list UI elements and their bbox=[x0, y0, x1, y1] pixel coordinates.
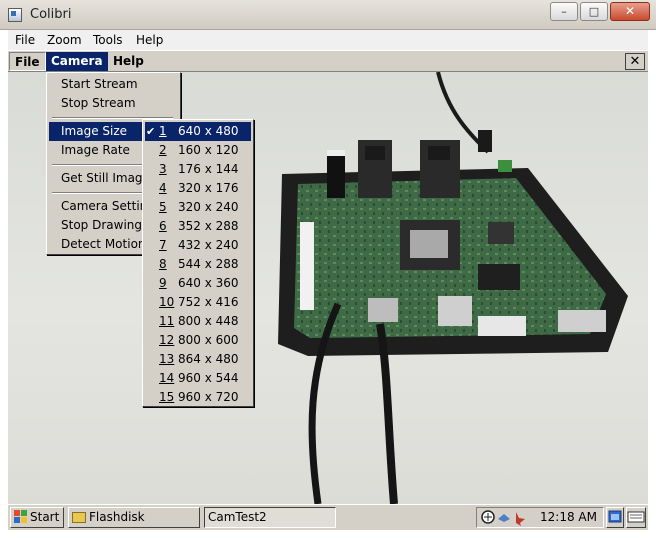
taskbar-clock: 12:18 AM bbox=[540, 510, 597, 524]
option-number: 10 bbox=[159, 295, 175, 309]
app-menu-bar: File Camera Help ✕ bbox=[8, 50, 648, 72]
taskbar-window-label: Flashdisk bbox=[89, 510, 145, 524]
image-size-submenu: ✔ 1 640 x 480 2 160 x 120 3 176 x 144 4 320 x 17… bbox=[142, 119, 254, 407]
host-menu-bar: File Zoom Tools Help bbox=[8, 30, 648, 50]
menu-file[interactable]: File bbox=[9, 52, 46, 71]
host-menu-tools[interactable]: Tools bbox=[93, 33, 123, 47]
option-number: 8 bbox=[159, 257, 167, 271]
window-title: Colibri bbox=[30, 7, 72, 22]
image-size-option[interactable]: 4 320 x 176 bbox=[145, 179, 251, 198]
connection-icon bbox=[498, 514, 510, 522]
option-size: 432 x 240 bbox=[178, 238, 239, 252]
image-size-option[interactable]: 3 176 x 144 bbox=[145, 160, 251, 179]
app-close-button[interactable]: ✕ bbox=[625, 53, 645, 70]
image-size-option[interactable]: 15 960 x 720 bbox=[145, 388, 251, 407]
taskbar-window-label: CamTest2 bbox=[208, 510, 267, 524]
show-desktop-icon bbox=[608, 510, 622, 523]
taskbar-window-flashdisk[interactable]: Flashdisk bbox=[68, 507, 200, 528]
option-size: 544 x 288 bbox=[178, 257, 239, 271]
option-number: 9 bbox=[159, 276, 167, 290]
host-menu-help[interactable]: Help bbox=[136, 33, 163, 47]
image-size-option[interactable]: 2 160 x 120 bbox=[145, 141, 251, 160]
image-size-option[interactable]: 10 752 x 416 bbox=[145, 293, 251, 312]
tray-icons bbox=[481, 510, 525, 526]
menu-item-start-stream[interactable]: Start Stream bbox=[49, 75, 138, 94]
option-number: 2 bbox=[159, 143, 167, 157]
menu-item-get-still-image[interactable]: Get Still Image bbox=[49, 169, 150, 188]
image-size-option[interactable]: 8 544 x 288 bbox=[145, 255, 251, 274]
keyboard-icon bbox=[627, 511, 645, 523]
option-size: 160 x 120 bbox=[178, 143, 239, 157]
option-number: 3 bbox=[159, 162, 167, 176]
start-button[interactable]: Start bbox=[10, 507, 64, 528]
option-number: 6 bbox=[159, 219, 167, 233]
option-size: 864 x 480 bbox=[178, 352, 239, 366]
image-size-option[interactable]: 7 432 x 240 bbox=[145, 236, 251, 255]
taskbar-window-camtest2[interactable]: CamTest2 bbox=[204, 507, 336, 528]
minimize-button[interactable]: – bbox=[550, 2, 578, 21]
alert-icon bbox=[516, 512, 525, 526]
image-size-option[interactable]: 13 864 x 480 bbox=[145, 350, 251, 369]
windows-logo-icon bbox=[14, 510, 28, 524]
checkmark-icon: ✔ bbox=[146, 125, 156, 138]
app-icon bbox=[8, 8, 22, 22]
option-number: 15 bbox=[159, 390, 175, 404]
option-number: 11 bbox=[159, 314, 175, 328]
menu-item-image-rate[interactable]: Image Rate bbox=[49, 141, 130, 160]
menu-item-stop-stream[interactable]: Stop Stream bbox=[49, 94, 136, 113]
host-menu-file[interactable]: File bbox=[15, 33, 35, 47]
option-size: 752 x 416 bbox=[178, 295, 239, 309]
menu-item-detect-motion[interactable]: Detect Motion bbox=[49, 235, 146, 254]
input-panel-button[interactable] bbox=[626, 507, 646, 528]
option-number: 4 bbox=[159, 181, 167, 195]
option-size: 800 x 600 bbox=[178, 333, 239, 347]
maximize-button[interactable]: □ bbox=[580, 2, 608, 21]
image-size-option[interactable]: ✔ 1 640 x 480 bbox=[145, 122, 251, 141]
option-size: 320 x 176 bbox=[178, 181, 239, 195]
option-size: 640 x 480 bbox=[178, 124, 239, 138]
option-number: 12 bbox=[159, 333, 175, 347]
option-size: 800 x 448 bbox=[178, 314, 239, 328]
host-menu-zoom[interactable]: Zoom bbox=[47, 33, 82, 47]
menu-help[interactable]: Help bbox=[108, 52, 149, 71]
option-number: 5 bbox=[159, 200, 167, 214]
system-tray: 12:18 AM bbox=[476, 507, 604, 528]
close-button[interactable]: ✕ bbox=[610, 2, 650, 21]
option-number: 7 bbox=[159, 238, 167, 252]
image-size-option[interactable]: 5 320 x 240 bbox=[145, 198, 251, 217]
option-size: 352 x 288 bbox=[178, 219, 239, 233]
option-size: 960 x 720 bbox=[178, 390, 239, 404]
option-size: 640 x 360 bbox=[178, 276, 239, 290]
image-size-option[interactable]: 11 800 x 448 bbox=[145, 312, 251, 331]
option-number: 14 bbox=[159, 371, 175, 385]
image-size-option[interactable]: 6 352 x 288 bbox=[145, 217, 251, 236]
start-label: Start bbox=[30, 510, 60, 524]
taskbar: Start Flashdisk CamTest2 12:18 AM bbox=[8, 504, 648, 530]
desktop-button[interactable] bbox=[606, 507, 624, 528]
folder-icon bbox=[72, 512, 86, 523]
option-size: 960 x 544 bbox=[178, 371, 239, 385]
image-size-option[interactable]: 14 960 x 544 bbox=[145, 369, 251, 388]
menu-item-label: Image Size bbox=[61, 124, 128, 138]
image-size-option[interactable]: 12 800 x 600 bbox=[145, 331, 251, 350]
menu-camera[interactable]: Camera bbox=[46, 52, 108, 71]
option-size: 320 x 240 bbox=[178, 200, 239, 214]
option-size: 176 x 144 bbox=[178, 162, 239, 176]
menu-item-stop-drawing[interactable]: Stop Drawing bbox=[49, 216, 142, 235]
device-screen: File Camera Help ✕ Start Stream Stop Str… bbox=[8, 50, 648, 530]
option-number: 13 bbox=[159, 352, 175, 366]
title-bar: Colibri – □ ✕ bbox=[0, 0, 656, 30]
option-number: 1 bbox=[159, 124, 167, 138]
image-size-option[interactable]: 9 640 x 360 bbox=[145, 274, 251, 293]
